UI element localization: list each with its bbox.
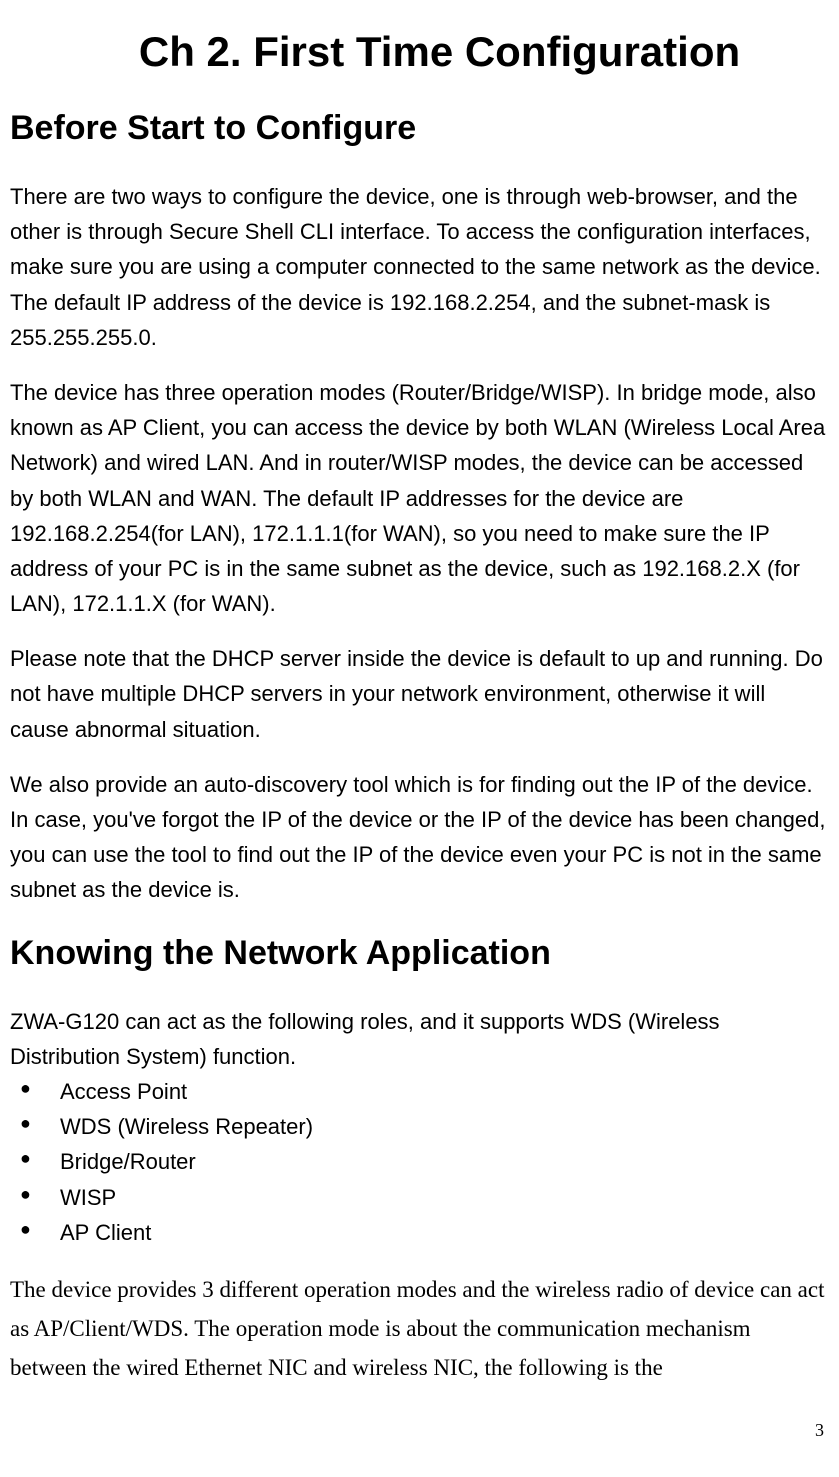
- chapter-title: Ch 2. First Time Configuration: [10, 20, 829, 83]
- section-title-knowing-network: Knowing the Network Application: [10, 928, 829, 979]
- section-title-before-start: Before Start to Configure: [10, 103, 829, 154]
- paragraph-text: The device has three operation modes (Ro…: [10, 375, 829, 621]
- paragraph-text: ZWA-G120 can act as the following roles,…: [10, 1004, 829, 1074]
- paragraph-text: There are two ways to configure the devi…: [10, 179, 829, 355]
- paragraph-text: Please note that the DHCP server inside …: [10, 641, 829, 747]
- list-item: AP Client: [10, 1215, 829, 1250]
- list-item: WISP: [10, 1180, 829, 1215]
- paragraph-text: The device provides 3 different operatio…: [10, 1270, 829, 1387]
- list-item: Bridge/Router: [10, 1144, 829, 1179]
- page-number: 3: [10, 1417, 829, 1444]
- list-item: WDS (Wireless Repeater): [10, 1109, 829, 1144]
- paragraph-text: We also provide an auto-discovery tool w…: [10, 767, 829, 908]
- roles-list: Access Point WDS (Wireless Repeater) Bri…: [10, 1074, 829, 1250]
- list-item: Access Point: [10, 1074, 829, 1109]
